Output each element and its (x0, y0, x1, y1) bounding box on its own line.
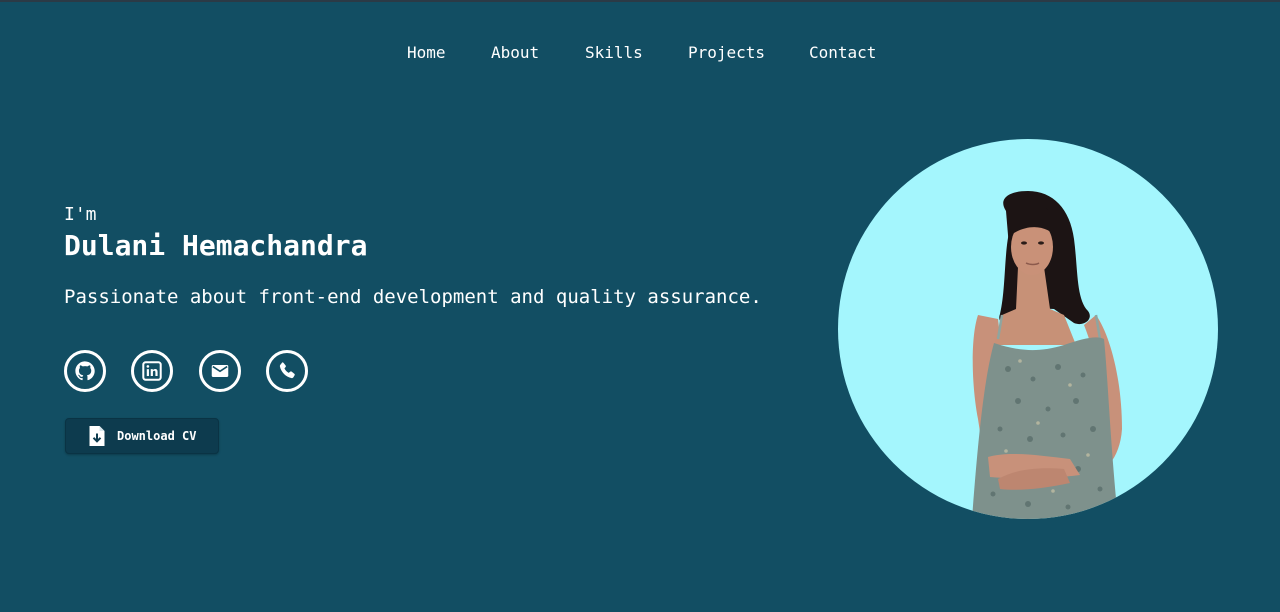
profile-photo (838, 139, 1218, 519)
file-download-icon (89, 426, 105, 446)
main-nav: Home About Skills Projects Contact (0, 42, 1280, 64)
nav-about[interactable]: About (491, 42, 539, 64)
profile-figure-icon (972, 191, 1122, 519)
linkedin-link[interactable] (131, 350, 173, 392)
nav-projects[interactable]: Projects (688, 42, 765, 64)
email-icon (211, 365, 229, 377)
hero-intro: I'm Dulani Hemachandra Passionate about … (64, 204, 784, 310)
phone-link[interactable] (266, 350, 308, 392)
email-link[interactable] (199, 350, 241, 392)
nav-home[interactable]: Home (407, 42, 446, 64)
hero-name: Dulani Hemachandra (64, 229, 368, 262)
top-border (0, 0, 1280, 2)
hero-tagline: Passionate about front-end development a… (64, 286, 762, 308)
download-cv-button[interactable]: Download CV (65, 418, 219, 454)
linkedin-icon (142, 361, 162, 381)
intro-prefix: I'm (64, 204, 97, 225)
nav-skills[interactable]: Skills (585, 42, 643, 64)
github-link[interactable] (64, 350, 106, 392)
download-cv-label: Download CV (117, 429, 197, 443)
github-icon (75, 361, 95, 381)
phone-icon (279, 362, 295, 379)
nav-contact[interactable]: Contact (809, 42, 876, 64)
